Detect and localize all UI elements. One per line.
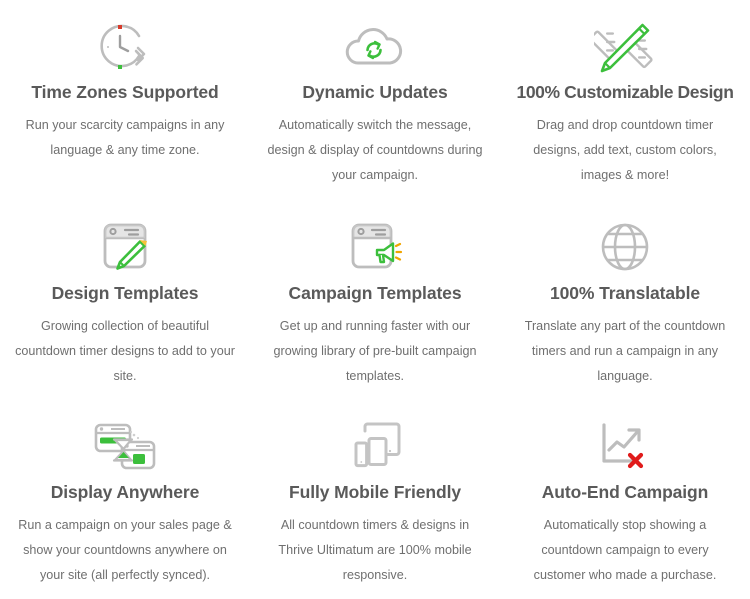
feature-description: Run your scarcity campaigns in any langu…	[25, 118, 225, 158]
feature-title: Display Anywhere	[50, 482, 200, 502]
browser-megaphone-icon	[346, 217, 404, 277]
feature-card-display-anywhere: Display Anywhere Run a campaign on your …	[0, 398, 250, 597]
feature-title: Fully Mobile Friendly	[289, 482, 461, 502]
feature-card-time-zones-supported: Time Zones Supported Run your scarcity c…	[0, 0, 250, 199]
feature-card-customizable-design: 100% Customizable Design Drag and drop c…	[500, 0, 750, 199]
features-grid: Time Zones Supported Run your scarcity c…	[0, 0, 750, 599]
feature-description: Automatically stop showing a countdown c…	[533, 518, 717, 583]
feature-title: 100% Translatable	[549, 283, 701, 303]
feature-card-design-templates: Design Templates Growing collection of b…	[0, 199, 250, 398]
feature-title: 100% Customizable Design	[516, 82, 734, 102]
feature-description: Growing collection of beautiful countdow…	[15, 319, 235, 384]
feature-title: Design Templates	[51, 283, 199, 303]
feature-card-mobile-friendly: Fully Mobile Friendly All countdown time…	[250, 398, 500, 597]
feature-description: All countdown timers & designs in Thrive…	[278, 518, 472, 583]
pencil-ruler-icon	[594, 16, 656, 76]
chart-arrow-stop-icon	[596, 416, 654, 476]
feature-card-translatable: 100% Translatable Translate any part of …	[500, 199, 750, 398]
browser-pencil-icon	[96, 217, 154, 277]
feature-description: Translate any part of the countdown time…	[524, 319, 726, 384]
feature-card-dynamic-updates: Dynamic Updates Automatically switch the…	[250, 0, 500, 199]
feature-card-auto-end-campaign: Auto-End Campaign Automatically stop sho…	[500, 398, 750, 597]
cloud-sync-icon	[342, 16, 408, 76]
feature-title: Auto-End Campaign	[541, 482, 709, 502]
feature-description: Automatically switch the message, design…	[267, 118, 483, 183]
feature-title: Dynamic Updates	[302, 82, 448, 102]
feature-title: Time Zones Supported	[31, 82, 219, 102]
feature-title: Campaign Templates	[288, 283, 462, 303]
globe-icon	[598, 217, 652, 277]
feature-description: Drag and drop countdown timer designs, a…	[533, 118, 717, 183]
feature-card-campaign-templates: Campaign Templates Get up and running fa…	[250, 199, 500, 398]
responsive-devices-icon	[342, 416, 408, 476]
clock-refresh-icon	[94, 16, 156, 76]
feature-description: Get up and running faster with our growi…	[273, 319, 477, 384]
feature-description: Run a campaign on your sales page & show…	[18, 518, 232, 583]
browser-windows-hourglass-icon	[87, 416, 163, 476]
